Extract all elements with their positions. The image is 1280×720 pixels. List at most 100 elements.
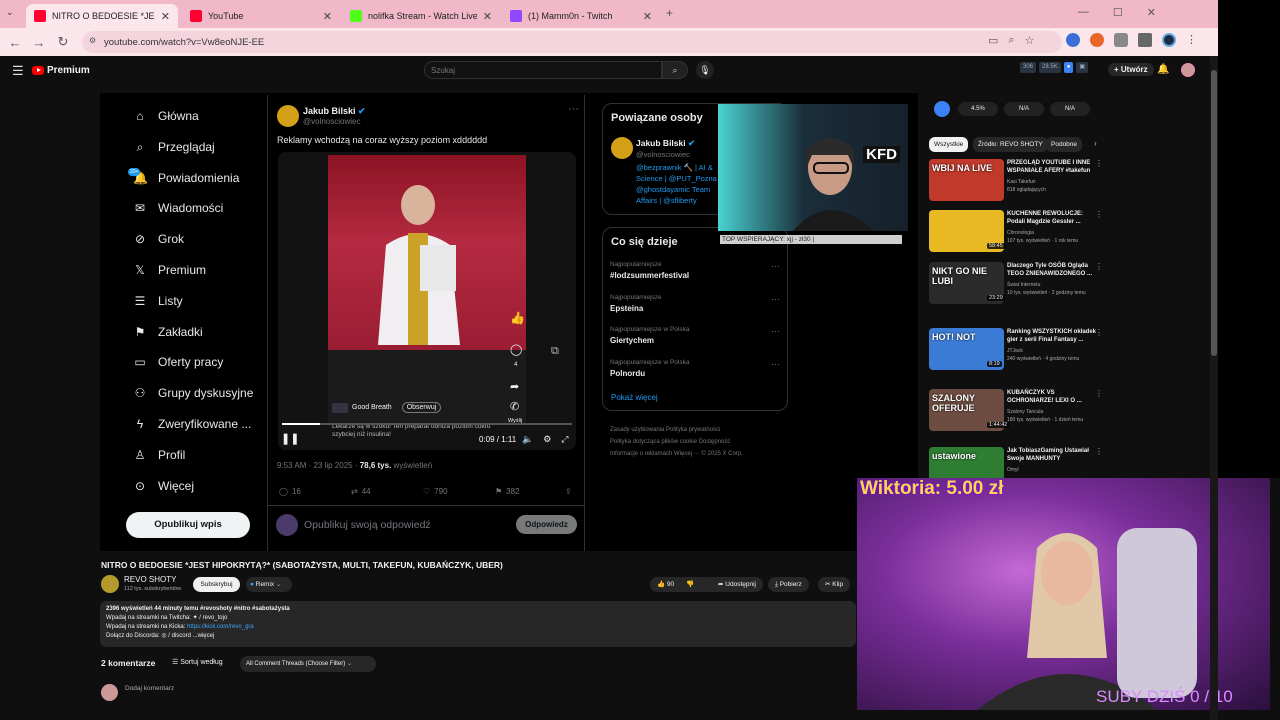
recommendation-channel[interactable]: JTJack	[1007, 347, 1023, 355]
share-action[interactable]: ⇪	[565, 487, 637, 496]
recommendation-title[interactable]: Jak TobiaszGaming Ustawiał Swoje MANHUNT…	[1007, 447, 1099, 463]
reply-action[interactable]: ◯ 16	[279, 487, 351, 496]
avatar[interactable]	[277, 105, 299, 127]
recommendation-title[interactable]: Dlaczego Tyle OSÓB Ogląda TEGO ZNIENAWID…	[1007, 262, 1099, 278]
x-nav-item[interactable]: ♙ Profil	[133, 448, 186, 462]
bookmark-action[interactable]: ⚑ 382	[495, 487, 565, 496]
share-button[interactable]: ➦ Udostępnij	[711, 577, 763, 592]
scrollbar-thumb[interactable]	[1211, 70, 1217, 356]
more-options-icon[interactable]: ···	[771, 359, 780, 369]
channel-avatar[interactable]	[101, 575, 119, 593]
x-nav-item[interactable]: ⊙ Więcej	[133, 479, 194, 493]
more-options-icon[interactable]: ···	[568, 103, 579, 115]
more-options-icon[interactable]: ⋮	[1095, 262, 1103, 271]
x-nav-item[interactable]: ☰ Listy	[133, 294, 183, 308]
trend-item[interactable]: Najpopularniejsze w Polska Giertychem ···	[610, 326, 780, 345]
tab-1[interactable]: NITRO O BEDOESIE *JEST H ✕	[26, 4, 178, 28]
chip-source[interactable]: Źródło: REVO SHOTY	[973, 137, 1048, 152]
close-window-icon[interactable]: ✕	[1147, 6, 1156, 19]
x-nav-item[interactable]: 𝕏 Premium	[133, 263, 206, 277]
more-options-icon[interactable]: ···	[771, 294, 780, 304]
search-button[interactable]: ⌕	[662, 61, 688, 79]
fullscreen-icon[interactable]: ⤢	[561, 434, 568, 445]
create-button[interactable]: + Utwórz	[1108, 63, 1154, 76]
publish-post-button[interactable]: Opublikuj wpis	[126, 512, 250, 538]
download-button[interactable]: ⤓ Pobierz	[768, 577, 809, 592]
tab-search-icon[interactable]: ⌄	[6, 7, 14, 18]
cast-icon[interactable]: ▭	[988, 34, 998, 47]
x-nav-item[interactable]: ✉ Wiadomości	[133, 201, 223, 215]
kebab-menu-icon[interactable]: ⋮	[1186, 33, 1197, 47]
recommendation-title[interactable]: PRZEGLĄD YOUTUBE I INNE WSPANIAŁE AFERY …	[1007, 159, 1099, 175]
recommendation-item[interactable]: WBIJ NA LIVE PRZEGLĄD YOUTUBE I INNE WSPA…	[929, 159, 1109, 215]
tab-3[interactable]: nolifka Stream - Watch Live on ✕	[342, 4, 500, 28]
video-description[interactable]: 2396 wyświetleń 44 minuty temu #revoshot…	[100, 601, 856, 647]
recommendation-item[interactable]: SZALONY OFERUJE 1:44:42 KUBAŃCZYK VS OCHRO…	[929, 389, 1109, 445]
like-icon[interactable]: 👍	[510, 311, 525, 325]
site-info-icon[interactable]: ⚙	[89, 36, 96, 45]
x-nav-item[interactable]: ϟ Zweryfikowane ...	[133, 417, 252, 431]
tweet-handle[interactable]: @volnosciowiec	[303, 117, 360, 126]
add-comment-input[interactable]: Dodaj komentarz	[125, 685, 174, 692]
reload-icon[interactable]: ↻	[51, 34, 75, 50]
comment-icon[interactable]: ◯	[510, 343, 522, 356]
footer-links[interactable]: Informacje o reklamach Więcej ··· © 2025…	[610, 448, 786, 460]
avatar[interactable]	[1181, 63, 1195, 77]
back-icon[interactable]: ←	[3, 35, 27, 50]
x-nav-item[interactable]: ⊘ Grok	[133, 232, 184, 246]
more-options-icon[interactable]: ···	[771, 261, 780, 271]
recommendation-channel[interactable]: Szalony Tancula	[1007, 408, 1043, 416]
x-nav-item[interactable]: ⚑ Zakładki	[133, 325, 203, 339]
recommendation-title[interactable]: KUBAŃCZYK VS OCHRONIARZE! LEXI O ...	[1007, 389, 1099, 405]
more-options-icon[interactable]: ⋮	[1095, 159, 1103, 168]
x-nav-item[interactable]: ⌕ Przeglądaj	[133, 140, 215, 155]
forward-icon[interactable]: →	[27, 35, 51, 50]
reply-button[interactable]: Odpowiedz	[516, 515, 577, 534]
extension-icon[interactable]	[1066, 33, 1080, 47]
playlist-icon[interactable]	[1138, 33, 1152, 47]
more-options-icon[interactable]: ⋮	[1095, 210, 1103, 219]
star-icon[interactable]: ☆	[1025, 34, 1035, 47]
tab-2[interactable]: YouTube ✕	[182, 4, 340, 28]
comment-filter-select[interactable]: All Comment Threads (Choose Filter) ⌄	[240, 656, 376, 672]
hamburger-icon[interactable]: ☰	[12, 63, 24, 79]
close-tab-icon[interactable]: ✕	[483, 10, 492, 23]
chevron-right-icon[interactable]: ›	[1094, 139, 1097, 148]
show-more-link[interactable]: Pokaż więcej	[611, 393, 658, 402]
recommendation-channel[interactable]: Omyl	[1007, 466, 1019, 474]
more-options-icon[interactable]: ⋮	[1095, 389, 1103, 398]
recommendation-title[interactable]: Ranking WSZYSTKICH okładek gier z serii …	[1007, 328, 1099, 344]
zoom-icon[interactable]: ⌕	[1008, 34, 1014, 47]
related-name[interactable]: Jakub Bilski ✔	[636, 138, 695, 149]
avatar[interactable]	[611, 137, 633, 159]
recommendation-channel[interactable]: Chronologia	[1007, 229, 1034, 237]
like-action[interactable]: ♡ 790	[423, 487, 495, 496]
profile-icon[interactable]	[1162, 33, 1176, 47]
more-options-icon[interactable]: ⋮	[1095, 328, 1103, 337]
recommendation-item[interactable]: HOT! NOT 8:19 Ranking WSZYSTKICH okładek g…	[929, 328, 1109, 384]
clip-button[interactable]: ✂ Klip	[818, 577, 851, 592]
more-options-icon[interactable]: ···	[771, 326, 780, 336]
progress-bar[interactable]	[282, 423, 572, 425]
channel-name[interactable]: REVO SHOTY	[124, 575, 176, 584]
footer-links[interactable]: Polityka dotycząca plików cookie Dostępn…	[610, 436, 786, 448]
recommendation-item[interactable]: NIKT GO NIE LUBI 23:29 Dlaczego Tyle OSÓB …	[929, 262, 1109, 318]
trend-item[interactable]: Najpopularniejsze #lodzsummerfestival ···	[610, 261, 780, 280]
recommendation-channel[interactable]: Świat Internetu	[1007, 281, 1040, 289]
search-input[interactable]: Szukaj	[424, 61, 662, 79]
x-nav-item[interactable]: 🔔 Powiadomienia	[133, 171, 239, 185]
minimize-icon[interactable]: —	[1078, 6, 1089, 19]
send-icon[interactable]: ✆	[510, 400, 519, 413]
close-tab-icon[interactable]: ✕	[161, 10, 170, 23]
recommendation-channel[interactable]: Kasi Takefun	[1007, 178, 1036, 186]
footer-links[interactable]: Zasady użytkowania Polityka prywatności	[610, 424, 786, 436]
trend-item[interactable]: Najpopularniejsze w Polska Polnordu ···	[610, 359, 780, 378]
subscribe-button[interactable]: Subskrybuj	[193, 577, 240, 592]
more-options-icon[interactable]: ⋮	[1095, 447, 1103, 456]
mic-icon[interactable]: 🎙	[696, 61, 714, 79]
share-icon[interactable]: ➦	[510, 380, 519, 393]
kick-link[interactable]: https://kick.com/revo_gra	[187, 624, 254, 630]
x-nav-item[interactable]: ▭ Oferty pracy	[133, 355, 223, 369]
chip-similar[interactable]: Podobne	[1046, 137, 1083, 152]
extension-icon[interactable]: ▣	[1076, 62, 1088, 73]
